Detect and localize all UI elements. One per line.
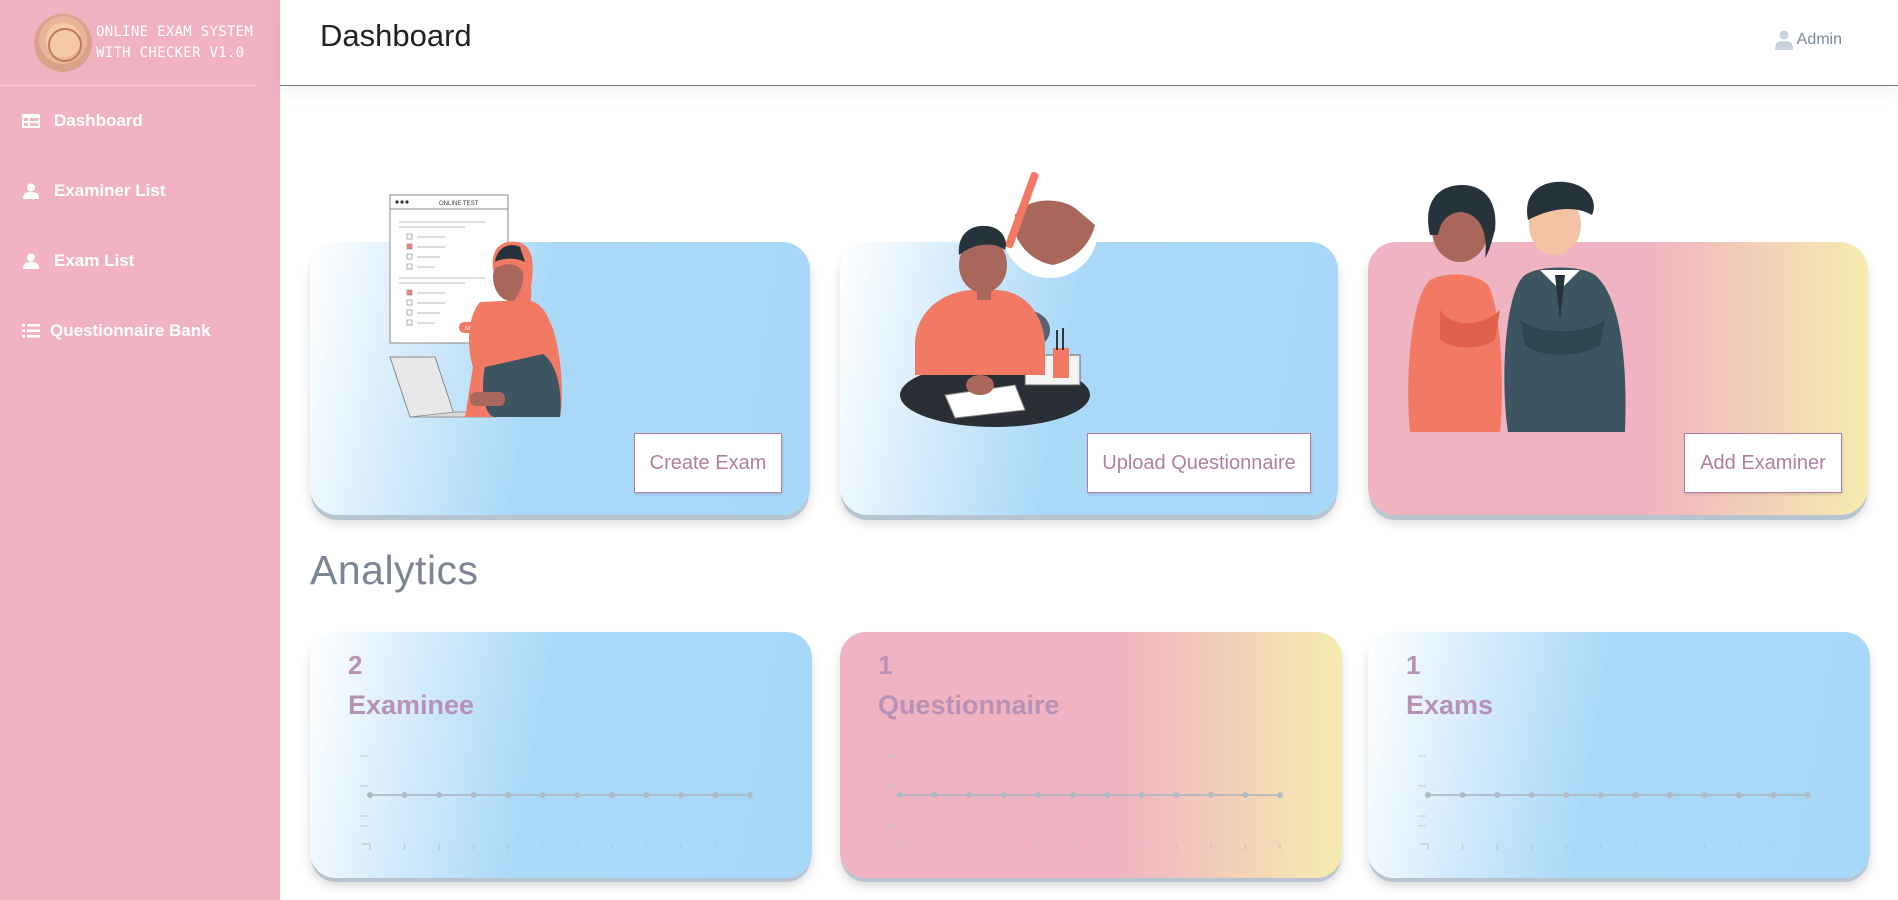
data-point (1173, 792, 1180, 798)
sidebar: ONLINE EXAM SYSTEM WITH CHECKER V1.0 Das… (0, 0, 280, 900)
examiners-illustration (1408, 181, 1626, 432)
questionnaire-label: Questionnaire (878, 690, 1060, 720)
data-point (367, 792, 373, 798)
data-point (1597, 792, 1604, 798)
data-point (574, 792, 581, 798)
exams-count: 1 (1406, 650, 1421, 680)
sidebar-item-label: Dashboard (54, 111, 143, 130)
questionnaire-stat-card: 1 Questionnaire (840, 632, 1342, 878)
exams-sparkline (1418, 755, 1811, 850)
brand[interactable]: ONLINE EXAM SYSTEM WITH CHECKER V1.0 (0, 0, 258, 86)
data-point (608, 792, 615, 798)
data-point (1000, 792, 1007, 798)
data-point (401, 792, 408, 798)
data-point (1494, 792, 1501, 798)
sidebar-item-label: Examiner List (54, 181, 166, 200)
data-point (1035, 792, 1042, 798)
user-icon (22, 252, 40, 270)
add-examiner-button[interactable]: Add Examiner (1684, 433, 1842, 493)
brand-line-2: WITH CHECKER V1.0 (96, 44, 245, 61)
top-header: Dashboard Admin (280, 0, 1898, 86)
sidebar-item-exam-list[interactable]: Exam List (0, 244, 280, 278)
sidebar-nav: Dashboard Examiner List Exam List Questi… (0, 104, 280, 348)
data-point (1701, 792, 1708, 798)
examinee-sparkline (360, 755, 753, 850)
data-point (931, 792, 938, 798)
data-point (897, 792, 903, 798)
data-point (643, 792, 650, 798)
list-icon (22, 322, 40, 340)
data-point (470, 792, 477, 798)
user-icon (1774, 30, 1793, 50)
data-point (1104, 792, 1111, 798)
page-title: Dashboard (320, 18, 472, 53)
data-point (1242, 792, 1249, 798)
data-point (966, 792, 973, 798)
data-point (1563, 792, 1570, 798)
sidebar-item-label: Exam List (54, 251, 135, 270)
data-point (677, 792, 684, 798)
data-point (539, 792, 546, 798)
logo (34, 13, 92, 72)
data-point (1666, 792, 1673, 798)
examinee-stat-card: 2 Examinee (310, 632, 812, 878)
data-point (505, 792, 512, 798)
test-header-text: ONLINE TEST (439, 201, 479, 207)
data-point (1459, 792, 1466, 798)
data-point (436, 792, 443, 798)
sidebar-item-label: Questionnaire Bank (50, 321, 211, 340)
examinee-count: 2 (348, 650, 363, 680)
data-point (1069, 792, 1076, 798)
online-test-illustration: ONLINE TEST NEXT (389, 194, 562, 418)
sidebar-item-questionnaire-bank[interactable]: Questionnaire Bank (0, 314, 280, 348)
user-menu[interactable]: Admin (1774, 30, 1842, 50)
data-point (1735, 792, 1742, 798)
data-point (1207, 792, 1214, 798)
brand-text: ONLINE EXAM SYSTEM WITH CHECKER V1.0 (96, 22, 253, 64)
sidebar-item-dashboard[interactable]: Dashboard (0, 104, 280, 138)
data-point (1770, 792, 1777, 798)
exams-stat-card: 1 Exams (1368, 632, 1870, 878)
table-icon (22, 112, 40, 130)
create-exam-button[interactable]: Create Exam (634, 433, 782, 493)
data-point (712, 792, 719, 798)
questionnaire-sparkline (890, 755, 1283, 850)
upload-questionnaire-button[interactable]: Upload Questionnaire (1087, 433, 1311, 493)
data-point (1805, 792, 1811, 798)
exams-label: Exams (1406, 690, 1494, 720)
data-point (1528, 792, 1535, 798)
brand-line-1: ONLINE EXAM SYSTEM (96, 23, 254, 40)
sidebar-item-examiner-list[interactable]: Examiner List (0, 174, 280, 208)
questionnaire-count: 1 (878, 650, 893, 680)
user-icon (22, 182, 40, 200)
writing-man-illustration (900, 171, 1098, 427)
data-point (1425, 792, 1431, 798)
user-name: Admin (1796, 31, 1842, 48)
data-point (1632, 792, 1639, 798)
data-point (1138, 792, 1145, 798)
data-point (747, 792, 753, 798)
analytics-title: Analytics (310, 547, 479, 593)
examinee-label: Examinee (348, 690, 475, 720)
data-point (1277, 792, 1283, 798)
